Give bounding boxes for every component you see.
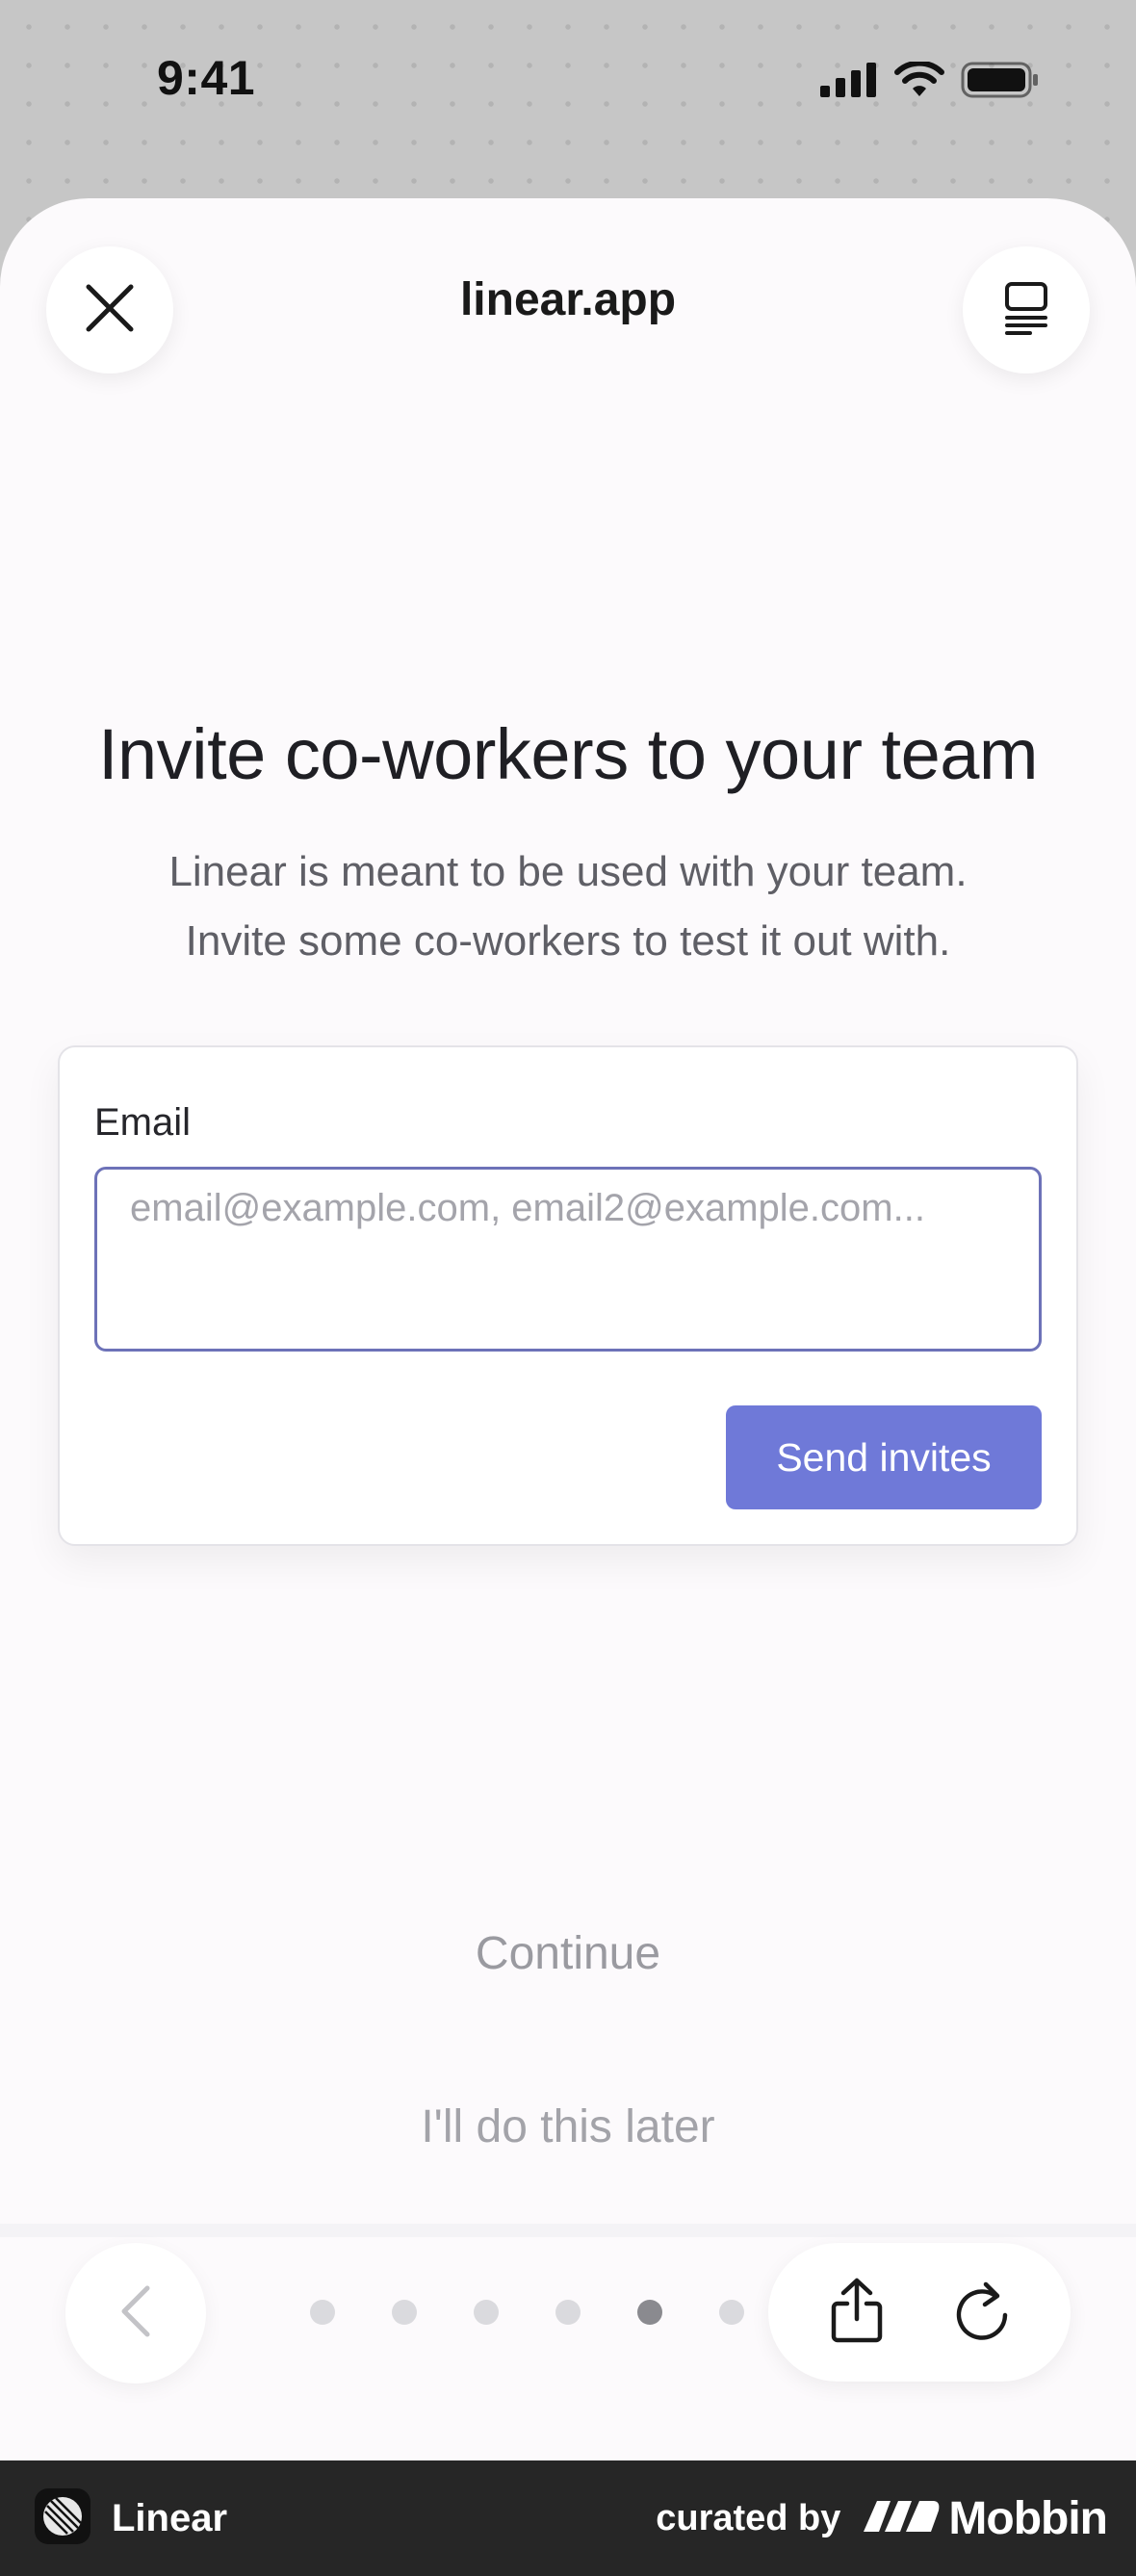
subtitle-line-2: Invite some co-workers to test it out wi… bbox=[185, 917, 951, 965]
share-icon bbox=[828, 2277, 886, 2349]
mobbin-brand-name: Mobbin bbox=[948, 2492, 1108, 2544]
footer-app: Linear bbox=[35, 2487, 228, 2549]
progress-dot bbox=[474, 2300, 499, 2325]
back-button[interactable] bbox=[65, 2243, 206, 2383]
reader-mode-button[interactable] bbox=[963, 246, 1090, 374]
subtitle-line-1: Linear is meant to be used with your tea… bbox=[168, 848, 968, 895]
invite-card: Email Send invites bbox=[58, 1045, 1078, 1546]
toolbar-divider bbox=[0, 2224, 1136, 2237]
skip-later-button[interactable]: I'll do this later bbox=[0, 2100, 1136, 2153]
footer-app-name: Linear bbox=[112, 2496, 228, 2539]
status-bar: 9:41 bbox=[0, 0, 1136, 173]
progress-dot bbox=[719, 2300, 744, 2325]
footer-credit: curated by Mobbin bbox=[656, 2492, 1108, 2545]
curated-by-label: curated by bbox=[656, 2497, 841, 2538]
battery-icon bbox=[961, 62, 1040, 103]
cellular-signal-icon bbox=[820, 63, 878, 102]
progress-dot bbox=[310, 2300, 335, 2325]
share-button[interactable] bbox=[804, 2259, 910, 2365]
send-invites-button[interactable]: Send invites bbox=[726, 1405, 1042, 1509]
progress-dot-active bbox=[637, 2300, 662, 2325]
chevron-left-icon bbox=[116, 2282, 155, 2345]
mobbin-logo-icon bbox=[864, 2492, 941, 2545]
email-label: Email bbox=[94, 1101, 192, 1144]
mobbin-brand: Mobbin bbox=[864, 2492, 1108, 2545]
linear-logo-icon bbox=[35, 2487, 90, 2549]
browser-actions bbox=[768, 2243, 1071, 2382]
browser-sheet: linear.app Invite co-workers to your tea… bbox=[0, 198, 1136, 2460]
wifi-icon bbox=[893, 60, 945, 103]
status-time: 9:41 bbox=[157, 51, 256, 105]
email-input[interactable] bbox=[94, 1167, 1042, 1352]
continue-button[interactable]: Continue bbox=[0, 1927, 1136, 1980]
progress-dot bbox=[555, 2300, 581, 2325]
status-icons bbox=[820, 60, 1040, 103]
reload-button[interactable] bbox=[930, 2259, 1036, 2365]
page-title: Invite co-workers to your team bbox=[97, 714, 1039, 794]
footer-bar: Linear curated by Mobbin bbox=[0, 2460, 1136, 2576]
progress-dot bbox=[392, 2300, 417, 2325]
page-subtitle: Linear is meant to be used with your tea… bbox=[0, 837, 1136, 976]
reader-mode-icon bbox=[1003, 281, 1049, 340]
reload-icon bbox=[953, 2279, 1013, 2347]
